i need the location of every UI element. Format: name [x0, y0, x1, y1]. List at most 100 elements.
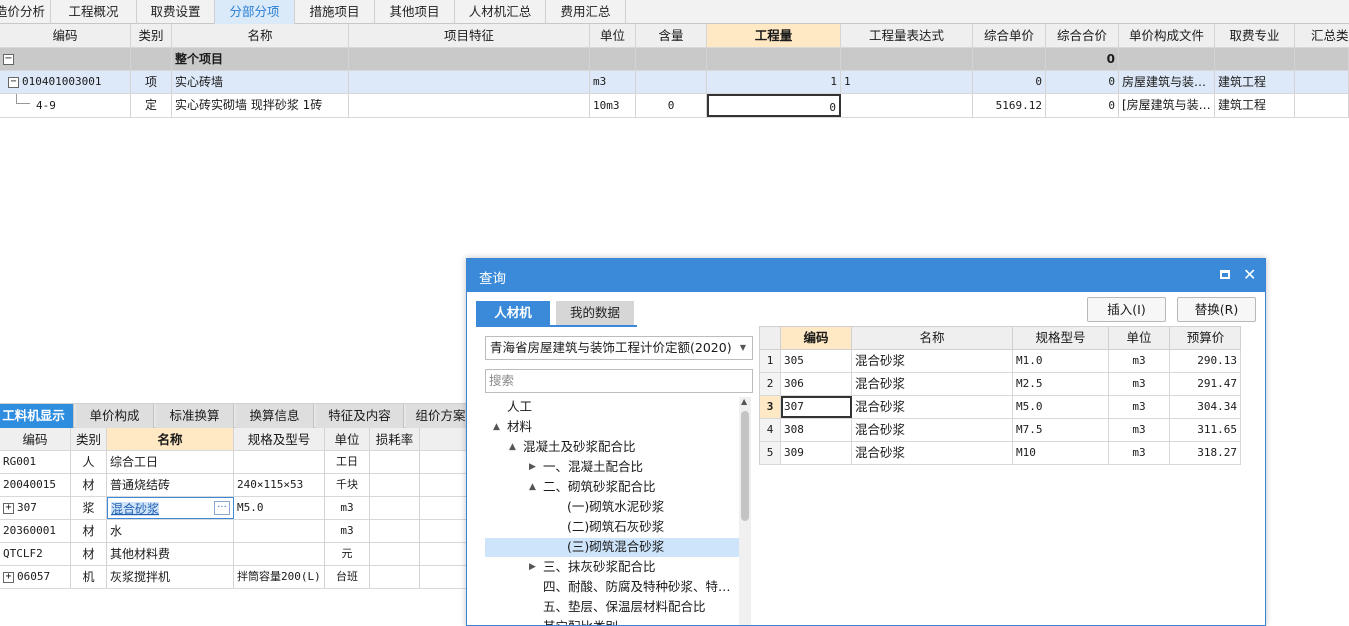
- row-loss[interactable]: [370, 497, 420, 519]
- tab-sub-items[interactable]: 分部分项: [215, 0, 295, 24]
- row-unit[interactable]: m3: [325, 497, 370, 519]
- tab-conversion-info[interactable]: 换算信息: [236, 404, 314, 428]
- close-icon[interactable]: ✕: [1243, 265, 1256, 284]
- quota-select[interactable]: 青海省房屋建筑与装饰工程计价定额(2020) ▼: [485, 336, 753, 360]
- dialog-title-bar[interactable]: 查询 ✕: [467, 259, 1265, 292]
- row-code[interactable]: RG001: [0, 451, 71, 473]
- row-quantity-expr[interactable]: [841, 94, 973, 117]
- col-code[interactable]: 编码: [0, 428, 71, 450]
- row-code[interactable]: 4-9: [0, 94, 131, 117]
- row-spec[interactable]: 240×115×53: [234, 474, 325, 496]
- col-fee-major[interactable]: 取费专业: [1215, 24, 1295, 47]
- result-name[interactable]: 混合砂浆: [852, 442, 1013, 464]
- collapse-icon[interactable]: −: [3, 54, 14, 65]
- row-feature[interactable]: [349, 94, 590, 117]
- row-loss[interactable]: [370, 543, 420, 565]
- result-code[interactable]: 307: [781, 396, 852, 418]
- collapse-arrow-icon[interactable]: ▲: [529, 477, 536, 497]
- tab-labor-material-summary[interactable]: 人材机汇总: [455, 0, 546, 24]
- table-row[interactable]: 4-9 定 实心砖实砌墙 现拌砂浆 1砖 10m3 0 0 5169.12 0 …: [0, 94, 1349, 118]
- collapse-icon[interactable]: −: [8, 76, 19, 88]
- dialog-tab-labor-material[interactable]: 人材机: [476, 301, 550, 325]
- row-content[interactable]: [636, 71, 707, 93]
- row-name[interactable]: 综合工日: [107, 451, 234, 473]
- tree-item[interactable]: 人工: [507, 397, 532, 417]
- row-type[interactable]: 材: [71, 474, 107, 496]
- row-name[interactable]: 其他材料费: [107, 543, 234, 565]
- row-total-price[interactable]: 0: [1046, 94, 1119, 117]
- col-unit[interactable]: 单位: [325, 428, 370, 450]
- row-code[interactable]: −010401003001: [0, 71, 131, 93]
- col-unit-price[interactable]: 综合单价: [973, 24, 1046, 47]
- row-unit[interactable]: 工日: [325, 451, 370, 473]
- row-name[interactable]: 实心砖墙: [172, 71, 349, 93]
- result-code[interactable]: 306: [781, 373, 852, 395]
- col-unit[interactable]: 单位: [590, 24, 636, 47]
- group-toggle-cell[interactable]: −: [0, 48, 131, 70]
- result-name[interactable]: 混合砂浆: [852, 350, 1013, 372]
- tree-item[interactable]: 四、耐酸、防腐及特种砂浆、特…: [543, 577, 731, 597]
- row-loss[interactable]: [370, 451, 420, 473]
- result-unit[interactable]: m3: [1109, 442, 1170, 464]
- row-type[interactable]: 人: [71, 451, 107, 473]
- table-row[interactable]: +307 浆混合砂浆 ··· M5.0 m3: [0, 497, 470, 520]
- row-unit[interactable]: 台班: [325, 566, 370, 588]
- tab-fee-summary[interactable]: 费用汇总: [546, 0, 626, 24]
- col-loss[interactable]: 损耗率: [370, 428, 420, 450]
- result-row[interactable]: 4 308 混合砂浆 M7.5 m3 311.65: [759, 419, 1241, 442]
- result-spec[interactable]: M5.0: [1013, 396, 1109, 418]
- col-unit[interactable]: 单位: [1109, 327, 1170, 349]
- tab-fee-settings[interactable]: 取费设置: [137, 0, 215, 24]
- row-summary[interactable]: [1295, 71, 1349, 93]
- col-spec[interactable]: 规格型号: [1013, 327, 1109, 349]
- result-code[interactable]: 308: [781, 419, 852, 441]
- row-code[interactable]: QTCLF2: [0, 543, 71, 565]
- result-unit[interactable]: m3: [1109, 396, 1170, 418]
- maximize-icon[interactable]: [1220, 270, 1230, 279]
- insert-button[interactable]: 插入(I): [1087, 297, 1166, 322]
- tree-item[interactable]: 三、抹灰砂浆配合比: [543, 557, 656, 577]
- col-summary[interactable]: 汇总类别: [1295, 24, 1349, 47]
- row-code[interactable]: +307: [0, 497, 71, 519]
- col-price-file[interactable]: 单价构成文件: [1119, 24, 1215, 47]
- scroll-up-icon[interactable]: ▲: [741, 397, 747, 406]
- table-row[interactable]: 20360001 材水 m3: [0, 520, 470, 543]
- tree-item[interactable]: 二、砌筑砂浆配合比: [543, 477, 656, 497]
- tab-other-items[interactable]: 其他项目: [375, 0, 455, 24]
- result-name[interactable]: 混合砂浆: [852, 419, 1013, 441]
- result-price[interactable]: 291.47: [1170, 373, 1241, 395]
- tab-price-composition[interactable]: 单价构成: [76, 404, 154, 428]
- row-type[interactable]: 定: [131, 94, 172, 117]
- row-unit[interactable]: 10m3: [590, 94, 636, 117]
- col-total-price[interactable]: 综合合价: [1046, 24, 1119, 47]
- row-unit[interactable]: m3: [590, 71, 636, 93]
- result-row[interactable]: 1 305 混合砂浆 M1.0 m3 290.13: [759, 350, 1241, 373]
- search-input[interactable]: 搜索: [485, 369, 753, 393]
- col-quantity-expr[interactable]: 工程量表达式: [841, 24, 973, 47]
- result-price[interactable]: 304.34: [1170, 396, 1241, 418]
- row-spec[interactable]: [234, 520, 325, 542]
- row-unit-price[interactable]: 5169.12: [973, 94, 1046, 117]
- expand-icon[interactable]: +: [3, 571, 14, 583]
- row-content[interactable]: 0: [636, 94, 707, 117]
- row-unit[interactable]: 元: [325, 543, 370, 565]
- result-row[interactable]: 5 309 混合砂浆 M10 m3 318.27: [759, 442, 1241, 465]
- row-code[interactable]: 20040015: [0, 474, 71, 496]
- table-row[interactable]: −010401003001 项 实心砖墙 m3 1 1 0 0 房屋建筑与装… …: [0, 71, 1349, 94]
- col-name[interactable]: 名称: [172, 24, 349, 47]
- result-name[interactable]: 混合砂浆: [852, 373, 1013, 395]
- col-feature[interactable]: 项目特征: [349, 24, 590, 47]
- row-type[interactable]: 机: [71, 566, 107, 588]
- col-content[interactable]: 含量: [636, 24, 707, 47]
- row-total-price[interactable]: 0: [1046, 71, 1119, 93]
- result-spec[interactable]: M10: [1013, 442, 1109, 464]
- row-quantity[interactable]: 1: [707, 71, 841, 93]
- tree-scrollbar[interactable]: ▲: [739, 397, 751, 625]
- row-spec[interactable]: [234, 543, 325, 565]
- collapse-arrow-icon[interactable]: ▲: [509, 437, 516, 457]
- row-type[interactable]: 浆: [71, 497, 107, 519]
- result-unit[interactable]: m3: [1109, 373, 1170, 395]
- row-type[interactable]: 材: [71, 543, 107, 565]
- table-row[interactable]: 20040015 材普通烧结砖 240×115×53 千块: [0, 474, 470, 497]
- row-name[interactable]: 水: [107, 520, 234, 542]
